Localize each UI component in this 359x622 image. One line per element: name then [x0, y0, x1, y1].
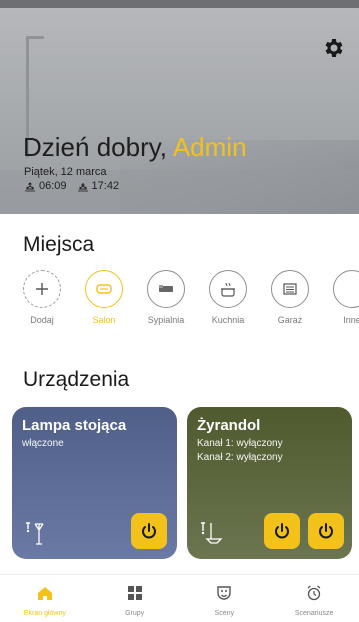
- place-kuchnia[interactable]: Kuchnia: [198, 270, 258, 325]
- place-label: Sypialnia: [147, 315, 185, 325]
- theater-mask-icon: [217, 586, 232, 600]
- chandelier-icon: [201, 522, 223, 544]
- sunrise-icon: [25, 182, 35, 192]
- place-sypialnia-circle[interactable]: [147, 270, 185, 308]
- place-garaz-circle[interactable]: [271, 270, 309, 308]
- sofa-icon: [96, 284, 112, 294]
- places-list: Dodaj Salon Sypialnia Kuchnia Garaż Inne: [12, 270, 359, 352]
- sunset-icon: [77, 183, 88, 192]
- power-button-channel-1[interactable]: [264, 513, 300, 549]
- power-icon: [319, 523, 333, 539]
- channel-1-status: Kanał 1: wyłączony: [197, 438, 283, 449]
- place-inne-circle[interactable]: [333, 270, 359, 308]
- greeting-text: Dzień dobry, Admin: [23, 132, 247, 163]
- status-bar: [0, 0, 359, 8]
- place-salon-circle[interactable]: [85, 270, 123, 308]
- place-add[interactable]: Dodaj: [12, 270, 72, 325]
- bottom-navigation: Ekran główny Grupy Sceny Scenariusze: [0, 574, 359, 622]
- place-label: Salon: [92, 315, 116, 325]
- device-name: Lampa stojąca: [22, 417, 127, 434]
- pot-icon: [221, 282, 235, 297]
- nav-scenarios[interactable]: Scenariusze: [269, 575, 359, 622]
- power-button[interactable]: [131, 513, 167, 549]
- place-kuchnia-circle[interactable]: [209, 270, 247, 308]
- sun-times: 06:09 17:42: [24, 180, 119, 192]
- nav-label: Scenariusze: [294, 610, 334, 617]
- gear-icon[interactable]: [321, 36, 345, 60]
- nav-scenes[interactable]: Sceny: [180, 575, 270, 622]
- alarm-clock-icon: [307, 585, 321, 601]
- power-button-channel-2[interactable]: [308, 513, 344, 549]
- place-label: Garaż: [277, 315, 303, 325]
- sunset-time: 17:42: [91, 180, 120, 192]
- greeting-label: Dzień dobry,: [23, 132, 168, 162]
- place-label: Inne: [343, 315, 359, 325]
- places-title: Miejsca: [23, 233, 95, 256]
- nav-label: Sceny: [214, 610, 235, 617]
- user-name: Admin: [172, 132, 247, 162]
- sunrise-time: 06:09: [39, 180, 67, 192]
- header-hero: Dzień dobry, Admin Piątek, 12 marca 06:0…: [0, 0, 359, 214]
- date-text: Piątek, 12 marca: [24, 166, 107, 178]
- nav-home[interactable]: Ekran główny: [0, 575, 90, 622]
- nav-groups[interactable]: Grupy: [90, 575, 180, 622]
- bed-icon: [159, 285, 173, 292]
- device-card-chandelier[interactable]: Żyrandol Kanał 1: wyłączony Kanał 2: wył…: [187, 407, 352, 559]
- nav-label: Grupy: [125, 610, 145, 617]
- nav-label: Ekran główny: [23, 610, 66, 617]
- place-salon[interactable]: Salon: [74, 270, 134, 325]
- garage-icon: [283, 283, 297, 295]
- power-icon: [275, 523, 289, 539]
- grid-icon: [127, 586, 142, 600]
- channel-2-status: Kanał 2: wyłączony: [197, 452, 283, 463]
- place-label: Dodaj: [30, 315, 54, 325]
- place-inne[interactable]: Inne: [322, 270, 359, 325]
- place-garaz[interactable]: Garaż: [260, 270, 320, 325]
- device-name: Żyrandol: [197, 417, 261, 434]
- device-card-lamp[interactable]: Lampa stojąca włączone: [12, 407, 177, 559]
- device-status: włączone: [22, 438, 64, 449]
- place-sypialnia[interactable]: Sypialnia: [136, 270, 196, 325]
- plus-icon: [36, 283, 48, 295]
- place-add-circle[interactable]: [23, 270, 61, 308]
- devices-title: Urządzenia: [23, 368, 130, 391]
- device-cards: Lampa stojąca włączone Żyrandol Kanał 1:…: [12, 407, 359, 559]
- home-icon: [37, 587, 52, 600]
- power-icon: [142, 523, 156, 539]
- place-label: Kuchnia: [211, 315, 245, 325]
- floor-lamp-icon: [26, 522, 44, 545]
